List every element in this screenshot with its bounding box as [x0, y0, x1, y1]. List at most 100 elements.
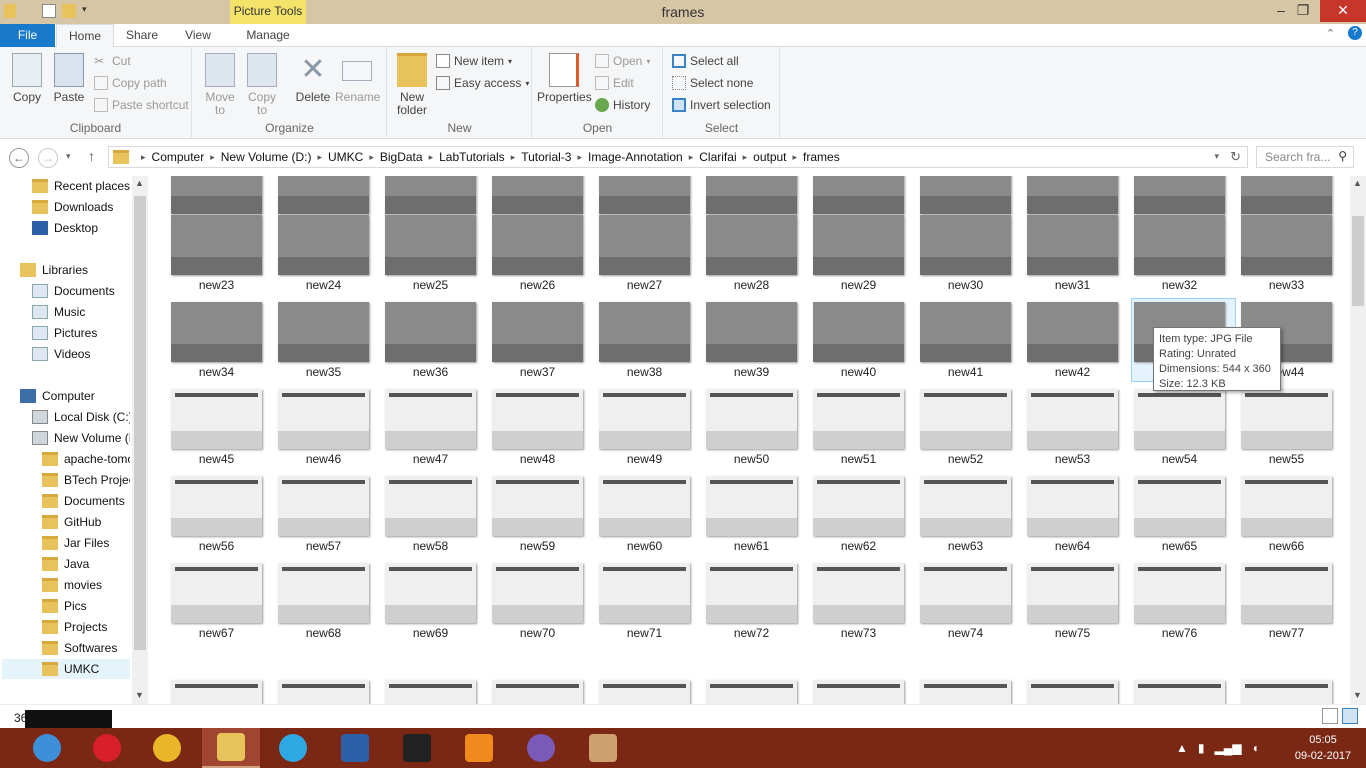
file-thumbnail[interactable] — [1134, 680, 1225, 704]
ie-taskbar-button[interactable] — [18, 728, 76, 768]
search-input[interactable]: Search fra... ⚲ — [1256, 146, 1354, 168]
file-thumbnail[interactable] — [385, 176, 476, 214]
breadcrumb-separator-icon[interactable]: ▸ — [687, 152, 696, 163]
file-name[interactable]: new46 — [270, 452, 377, 466]
file-name[interactable]: new53 — [1019, 452, 1126, 466]
file-thumbnail[interactable] — [385, 389, 476, 449]
file-thumbnail[interactable] — [813, 176, 904, 214]
file-thumbnail[interactable] — [492, 563, 583, 623]
file-thumbnail[interactable] — [1027, 176, 1118, 214]
opera-taskbar-button[interactable] — [78, 728, 136, 768]
file-name[interactable]: new74 — [912, 626, 1019, 640]
file-name[interactable]: new34 — [163, 365, 270, 379]
file-thumbnail[interactable] — [171, 476, 262, 536]
breadcrumb-item[interactable]: frames — [799, 150, 844, 164]
file-thumbnail[interactable] — [1134, 563, 1225, 623]
sidebar-item-drive[interactable]: New Volume (D — [2, 428, 130, 448]
file-thumbnail[interactable] — [278, 302, 369, 362]
file-thumbnail[interactable] — [920, 563, 1011, 623]
scroll-down-icon[interactable]: ▼ — [135, 690, 144, 700]
file-thumbnail[interactable] — [813, 215, 904, 275]
file-thumbnail[interactable] — [278, 176, 369, 214]
intellij-taskbar-button[interactable] — [388, 728, 446, 768]
scroll-up-icon[interactable]: ▲ — [135, 178, 144, 188]
copy-path-button[interactable]: Copy path — [94, 76, 167, 90]
new-item-button[interactable]: New item ▾ — [436, 54, 512, 68]
file-name[interactable]: new73 — [805, 626, 912, 640]
history-button[interactable]: History — [595, 98, 650, 112]
breadcrumb-item[interactable]: Clarifai — [695, 150, 740, 164]
tab-file[interactable]: File — [0, 24, 55, 47]
file-name[interactable]: new32 — [1126, 278, 1233, 292]
file-thumbnail[interactable] — [599, 176, 690, 214]
invert-selection-button[interactable]: Invert selection — [672, 98, 771, 112]
paste-button[interactable]: Paste — [50, 53, 88, 104]
file-name[interactable]: new23 — [163, 278, 270, 292]
file-thumbnail[interactable] — [171, 680, 262, 704]
file-thumbnail[interactable] — [599, 215, 690, 275]
breadcrumb-separator-icon[interactable]: ▸ — [139, 152, 148, 163]
file-thumbnail[interactable] — [171, 389, 262, 449]
move-to-button[interactable]: Move to — [201, 53, 239, 117]
file-thumbnail[interactable] — [1241, 389, 1332, 449]
word-taskbar-button[interactable] — [326, 728, 384, 768]
tab-view[interactable]: View — [176, 24, 220, 47]
file-thumbnail[interactable] — [599, 563, 690, 623]
volume-icon[interactable]: ◖ — [1251, 741, 1258, 755]
file-name[interactable]: new61 — [698, 539, 805, 553]
file-name[interactable]: new77 — [1233, 626, 1340, 640]
breadcrumb-item[interactable]: UMKC — [324, 150, 367, 164]
copy-button[interactable]: Copy — [8, 53, 46, 104]
file-thumbnail[interactable] — [706, 215, 797, 275]
file-thumbnail[interactable] — [706, 563, 797, 623]
sidebar-item-folder[interactable]: movies — [2, 575, 130, 595]
file-thumbnail[interactable] — [278, 389, 369, 449]
file-thumbnail[interactable] — [385, 476, 476, 536]
file-thumbnail[interactable] — [920, 680, 1011, 704]
file-thumbnail[interactable] — [492, 302, 583, 362]
breadcrumb-separator-icon[interactable]: ▸ — [575, 152, 584, 163]
file-thumbnail[interactable] — [492, 476, 583, 536]
tab-home[interactable]: Home — [56, 24, 114, 48]
file-thumbnail[interactable] — [599, 302, 690, 362]
file-thumbnail[interactable] — [813, 563, 904, 623]
file-thumbnail[interactable] — [1241, 476, 1332, 536]
file-thumbnail[interactable] — [1241, 563, 1332, 623]
file-thumbnail[interactable] — [1134, 476, 1225, 536]
file-thumbnail[interactable] — [599, 389, 690, 449]
sidebar-item-library[interactable]: Videos — [2, 344, 130, 364]
file-thumbnail[interactable] — [171, 302, 262, 362]
file-name[interactable]: new71 — [591, 626, 698, 640]
rename-button[interactable]: Rename — [335, 53, 380, 104]
file-name[interactable]: new26 — [484, 278, 591, 292]
sidebar-item-computer[interactable]: Computer — [2, 386, 130, 406]
clock[interactable]: 05:05 09-02-2017 — [1280, 732, 1366, 764]
file-thumbnail[interactable] — [1241, 215, 1332, 275]
file-name[interactable]: new37 — [484, 365, 591, 379]
maximize-button[interactable]: ❐ — [1290, 2, 1316, 22]
tab-share[interactable]: Share — [118, 24, 166, 47]
back-button[interactable]: ← — [9, 148, 29, 168]
tab-manage[interactable]: Manage — [236, 24, 300, 47]
breadcrumb-item[interactable]: LabTutorials — [435, 150, 509, 164]
file-name[interactable]: new33 — [1233, 278, 1340, 292]
network-icon[interactable]: ▂▄▆ — [1215, 741, 1242, 755]
file-thumbnail[interactable] — [706, 176, 797, 214]
file-thumbnail[interactable] — [492, 215, 583, 275]
file-thumbnail[interactable] — [385, 215, 476, 275]
file-name[interactable]: new36 — [377, 365, 484, 379]
file-thumbnail[interactable] — [706, 389, 797, 449]
help-icon[interactable]: ? — [1348, 26, 1362, 40]
scroll-up-icon[interactable]: ▲ — [1353, 178, 1362, 188]
file-thumbnail[interactable] — [920, 302, 1011, 362]
file-name[interactable]: new63 — [912, 539, 1019, 553]
file-name[interactable]: new57 — [270, 539, 377, 553]
breadcrumb-separator-icon[interactable]: ▸ — [427, 152, 436, 163]
file-name[interactable]: new54 — [1126, 452, 1233, 466]
file-thumbnail[interactable] — [1027, 476, 1118, 536]
file-thumbnail[interactable] — [1134, 389, 1225, 449]
file-name[interactable]: new70 — [484, 626, 591, 640]
large-icons-view-icon[interactable] — [1342, 708, 1358, 724]
file-thumbnail[interactable] — [171, 215, 262, 275]
file-thumbnail[interactable] — [278, 215, 369, 275]
